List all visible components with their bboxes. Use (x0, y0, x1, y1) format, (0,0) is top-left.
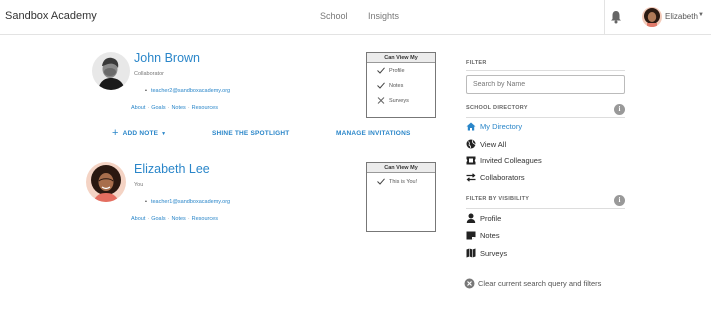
person-name[interactable]: John Brown (134, 51, 200, 65)
user-avatar[interactable] (642, 7, 662, 27)
cross-icon (377, 97, 385, 104)
can-view-item: Notes (377, 82, 403, 89)
directory-item-collaborators[interactable]: Collaborators (466, 173, 525, 182)
note-icon (466, 231, 476, 240)
can-view-panel: Can View My This is You! (366, 162, 436, 232)
directory-item-label: Collaborators (480, 173, 525, 182)
can-view-label: Surveys (389, 97, 409, 104)
visibility-item-profile[interactable]: Profile (466, 213, 501, 223)
link-notes[interactable]: Notes (171, 105, 185, 111)
nav-school[interactable]: School (320, 11, 348, 21)
can-view-header: Can View My (367, 163, 435, 173)
email-link[interactable]: teacher1@sandboxacademy.org (151, 199, 230, 205)
navbar-divider (604, 0, 605, 35)
clear-filters-label: Clear current search query and filters (478, 279, 602, 288)
visibility-item-label: Notes (480, 231, 500, 240)
visibility-item-notes[interactable]: Notes (466, 231, 500, 240)
close-circle-icon (464, 278, 475, 289)
caret-down-icon[interactable]: ▼ (698, 12, 704, 18)
search-input[interactable] (466, 75, 625, 94)
visibility-item-label: Profile (480, 213, 502, 223)
map-icon (466, 248, 476, 258)
filter-heading: FILTER (466, 60, 487, 66)
can-view-label: This is You! (389, 178, 418, 185)
add-note-button[interactable]: + ADD NOTE ▼ (112, 127, 167, 139)
profile-links: About · Goals · Notes · Resources (131, 105, 218, 111)
can-view-panel: Can View My Profile Notes Surveys (366, 52, 436, 118)
person-name[interactable]: Elizabeth Lee (134, 162, 210, 176)
link-goals[interactable]: Goals (151, 105, 165, 111)
link-about[interactable]: About (131, 105, 145, 111)
user-name[interactable]: Elizabeth (665, 12, 698, 21)
check-icon (377, 67, 385, 74)
ticket-icon (466, 156, 476, 165)
email-link[interactable]: teacher2@sandboxacademy.org (151, 88, 230, 94)
check-icon (377, 82, 385, 89)
avatar (92, 52, 130, 90)
link-goals[interactable]: Goals (151, 216, 165, 222)
divider (466, 70, 625, 71)
directory-item-label: My Directory (480, 122, 523, 131)
nav-insights[interactable]: Insights (368, 11, 399, 21)
directory-item-my-directory[interactable]: My Directory (466, 122, 522, 131)
link-resources[interactable]: Resources (192, 105, 218, 111)
link-notes[interactable]: Notes (171, 216, 185, 222)
visibility-item-label: Surveys (480, 248, 508, 258)
user-icon (466, 213, 476, 223)
plus-icon: + (112, 127, 119, 139)
bullet: • (145, 199, 147, 205)
bell-icon[interactable] (610, 10, 622, 24)
bullet: • (145, 88, 147, 94)
info-icon[interactable]: i (614, 104, 625, 115)
globe-icon (466, 139, 476, 149)
can-view-header: Can View My (367, 53, 435, 63)
add-note-label: ADD NOTE (122, 130, 159, 137)
can-view-label: Notes (389, 82, 404, 89)
directory-item-invited-colleagues[interactable]: Invited Colleagues (466, 156, 542, 165)
filter-visibility-heading: FILTER BY VISIBILITY (466, 196, 530, 202)
directory-item-view-all[interactable]: View All (466, 139, 506, 149)
directory-item-label: Invited Colleagues (480, 156, 542, 165)
caret-down-icon: ▼ (161, 130, 167, 137)
can-view-item: Profile (377, 67, 405, 74)
link-about[interactable]: About (131, 216, 145, 222)
can-view-item: This is You! (377, 178, 417, 185)
info-icon[interactable]: i (614, 195, 625, 206)
email-row: • teacher1@sandboxacademy.org (145, 199, 230, 205)
directory-item-label: View All (480, 139, 507, 149)
school-directory-heading: SCHOOL DIRECTORY (466, 105, 528, 111)
person-role: Collaborator (134, 71, 164, 77)
can-view-label: Profile (389, 67, 405, 74)
email-row: • teacher2@sandboxacademy.org (145, 88, 230, 94)
person-role: You (134, 182, 144, 188)
link-resources[interactable]: Resources (192, 216, 218, 222)
top-navbar: Sandbox Academy School Insights Elizabet… (0, 0, 711, 35)
divider (466, 208, 625, 209)
can-view-item: Surveys (377, 97, 409, 104)
manage-invitations-button[interactable]: MANAGE INVITATIONS (336, 130, 411, 137)
divider (466, 117, 625, 118)
visibility-item-surveys[interactable]: Surveys (466, 248, 507, 258)
avatar (86, 162, 126, 202)
brand-logo[interactable]: Sandbox Academy (5, 10, 97, 22)
clear-filters-button[interactable]: Clear current search query and filters (464, 278, 601, 289)
home-icon (466, 122, 476, 131)
spotlight-button[interactable]: SHINE THE SPOTLIGHT (212, 130, 289, 137)
check-icon (377, 178, 385, 185)
exchange-icon (466, 173, 476, 182)
profile-links: About · Goals · Notes · Resources (131, 216, 218, 222)
